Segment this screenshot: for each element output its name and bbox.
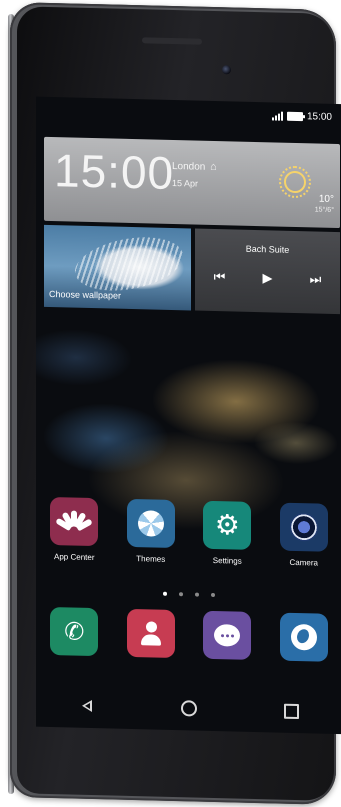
clock-date: 15 Apr xyxy=(172,177,199,189)
music-controls: ⏮ ▶ ⏭ xyxy=(195,269,340,289)
clock-city-label: London xyxy=(172,160,206,173)
previous-icon[interactable]: ⏮ xyxy=(214,269,226,285)
messages-icon xyxy=(203,610,252,660)
clock-time: 15:00 xyxy=(54,144,175,200)
page-dot[interactable] xyxy=(195,592,199,597)
app-phone[interactable]: ✆ xyxy=(41,607,107,657)
page-dot[interactable] xyxy=(163,591,167,596)
battery-icon xyxy=(286,111,303,121)
page-dot[interactable] xyxy=(211,592,215,598)
app-row-1: App Center Themes ⚙ Settings Camera xyxy=(36,497,341,568)
page-dot[interactable] xyxy=(179,592,183,597)
app-label: Themes xyxy=(136,554,166,564)
contacts-icon xyxy=(126,608,175,659)
sun-icon xyxy=(284,170,306,194)
music-title: Bach Suite xyxy=(245,243,290,255)
back-icon[interactable] xyxy=(80,699,94,713)
app-messages[interactable] xyxy=(194,610,260,661)
app-themes[interactable]: Themes xyxy=(118,498,184,565)
next-icon[interactable]: ⏭ xyxy=(310,271,322,287)
camera-lens-icon xyxy=(279,502,328,552)
weather-range: 15°/6° xyxy=(314,206,334,214)
recent-apps-icon[interactable] xyxy=(283,703,299,719)
phone-body: 15:00 15:00 London ⌂ 15 Apr 10° 15°/6° C… xyxy=(10,2,341,805)
home-circle-icon[interactable] xyxy=(180,700,197,717)
app-contacts[interactable] xyxy=(118,608,184,659)
app-settings[interactable]: ⚙ Settings xyxy=(194,500,260,567)
clock-weather-widget[interactable]: 15:00 London ⌂ 15 Apr 10° 15°/6° xyxy=(44,136,340,229)
product-photo: 15:00 15:00 London ⌂ 15 Apr 10° 15°/6° C… xyxy=(0,0,341,807)
navigation-bar xyxy=(36,697,341,720)
weather-temperature: 10° xyxy=(318,193,334,205)
app-browser[interactable] xyxy=(271,612,337,662)
themes-swirl-icon xyxy=(126,498,175,549)
gear-icon: ⚙ xyxy=(203,500,252,550)
music-widget[interactable]: Bach Suite ⏮ ▶ ⏭ xyxy=(195,228,340,315)
status-bar: 15:00 xyxy=(271,108,332,123)
signal-icon xyxy=(271,111,283,121)
app-label: App Center xyxy=(54,552,95,563)
dock-row: ✆ xyxy=(36,607,341,662)
front-camera-icon xyxy=(222,65,231,75)
app-app-center[interactable]: App Center xyxy=(41,497,107,563)
phone-icon: ✆ xyxy=(50,607,99,657)
huawei-petal-icon xyxy=(50,497,99,547)
status-time: 15:00 xyxy=(306,110,332,123)
wallpaper-widget-label: Choose wallpaper xyxy=(49,288,122,301)
browser-globe-icon xyxy=(279,612,328,662)
app-camera[interactable]: Camera xyxy=(271,502,337,568)
app-label: Camera xyxy=(289,557,318,568)
play-icon[interactable]: ▶ xyxy=(262,270,272,286)
clock-city: London ⌂ xyxy=(172,160,217,173)
home-icon: ⌂ xyxy=(210,160,217,174)
home-screen: 15:00 15:00 London ⌂ 15 Apr 10° 15°/6° C… xyxy=(36,96,341,735)
app-label: Settings xyxy=(212,555,242,566)
wallpaper-widget[interactable]: Choose wallpaper xyxy=(44,224,191,311)
earpiece-speaker xyxy=(142,37,202,45)
